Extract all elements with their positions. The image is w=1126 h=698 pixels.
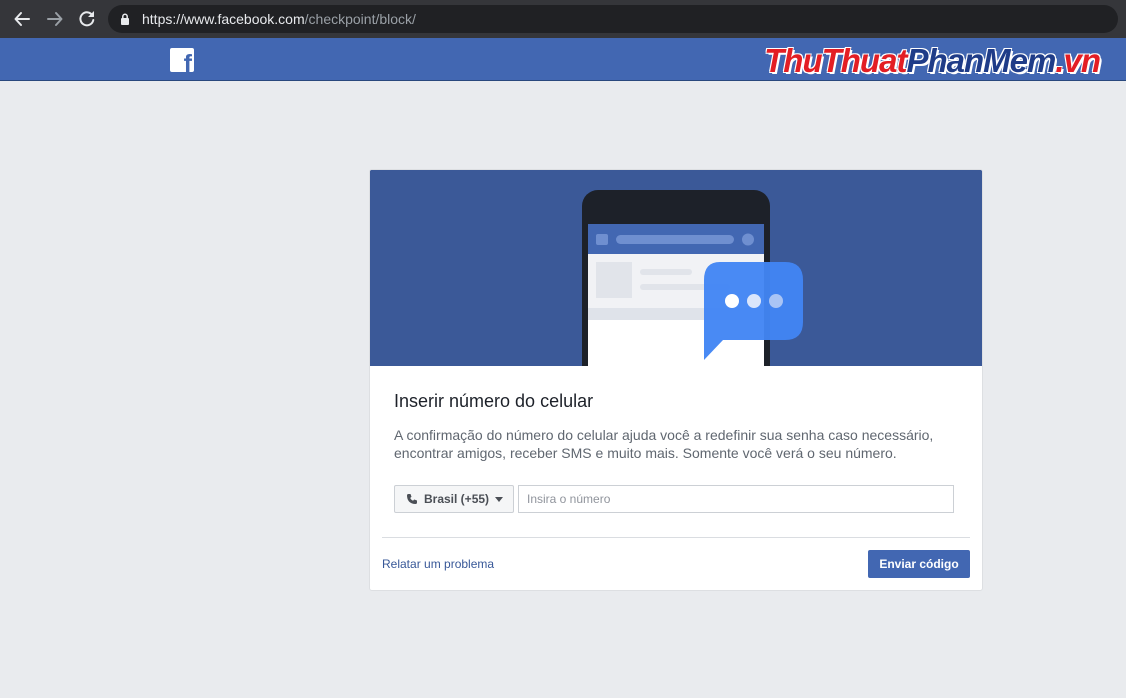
- country-code-selector[interactable]: Brasil (+55): [394, 485, 514, 513]
- phone-icon: [407, 494, 417, 504]
- arrow-left-icon: [14, 12, 30, 26]
- arrow-right-icon: [47, 12, 63, 26]
- forward-button[interactable]: [43, 7, 67, 31]
- facebook-logo[interactable]: f: [170, 48, 194, 72]
- url-text: https://www.facebook.com/checkpoint/bloc…: [142, 11, 416, 27]
- url-path: /checkpoint/block/: [304, 11, 416, 27]
- back-button[interactable]: [10, 7, 34, 31]
- send-code-button[interactable]: Enviar código: [868, 550, 970, 578]
- phone-confirmation-card: Inserir número do celular A confirmação …: [369, 169, 983, 591]
- hero-illustration: [370, 170, 982, 366]
- card-title: Inserir número do celular: [394, 391, 594, 411]
- reload-icon: [79, 11, 95, 27]
- watermark-part1: ThuThuat: [764, 42, 907, 79]
- country-code-label: Brasil (+55): [424, 492, 490, 506]
- footer-divider: [382, 537, 970, 538]
- watermark-part2: PhanMem: [906, 42, 1056, 79]
- facebook-logo-letter: f: [183, 50, 192, 73]
- facebook-header: f ThuThuatPhanMem.vn: [0, 38, 1126, 81]
- card-description: A confirmação do número do celular ajuda…: [394, 427, 934, 461]
- url-host: https://www.facebook.com: [142, 11, 305, 27]
- report-problem-link[interactable]: Relatar um problema: [382, 557, 494, 571]
- watermark: ThuThuatPhanMem.vn: [764, 42, 1101, 80]
- lock-icon: [121, 13, 129, 25]
- caret-down-icon: [495, 496, 504, 502]
- watermark-part3: .vn: [1055, 42, 1101, 79]
- address-bar[interactable]: https://www.facebook.com/checkpoint/bloc…: [108, 5, 1118, 33]
- reload-button[interactable]: [75, 7, 99, 31]
- browser-toolbar: https://www.facebook.com/checkpoint/bloc…: [0, 0, 1126, 38]
- phone-chat-illustration: [370, 170, 982, 366]
- phone-number-input[interactable]: [518, 485, 954, 513]
